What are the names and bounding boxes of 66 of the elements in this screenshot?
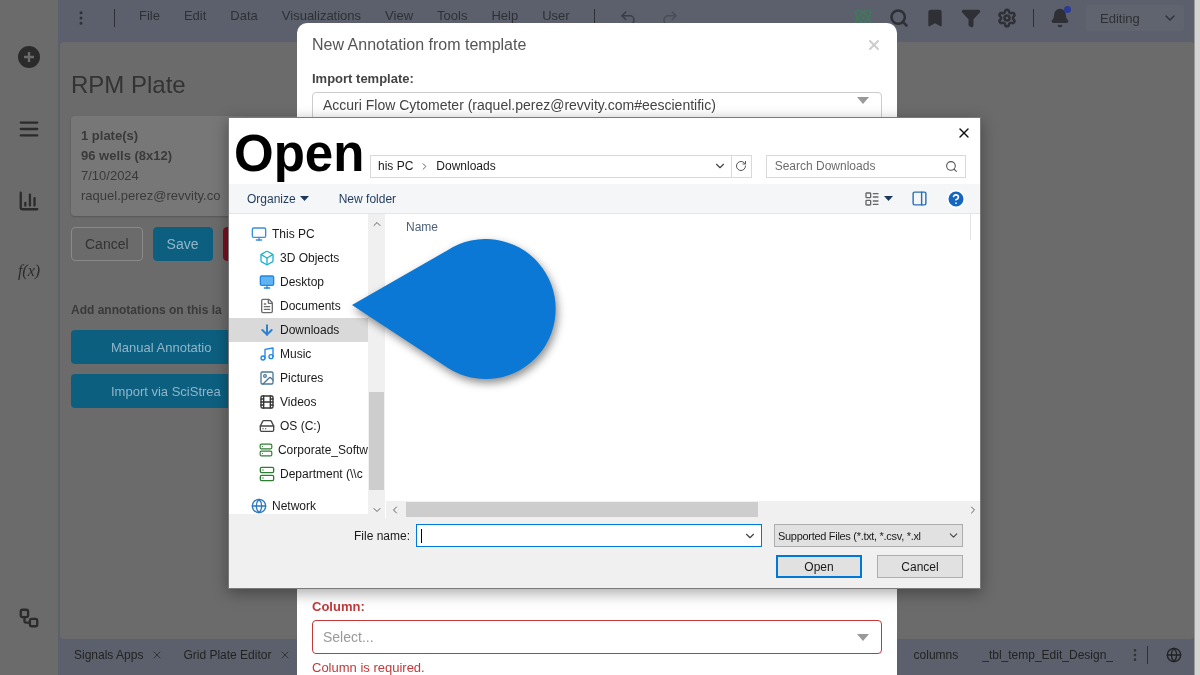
caret-icon: [857, 633, 869, 641]
nav-item[interactable]: Videos: [229, 390, 368, 414]
toolbar-button[interactable]: New folder: [338, 191, 397, 206]
address-bar[interactable]: his PC Downloads: [370, 154, 752, 178]
caret-icon: [857, 97, 869, 104]
search-field[interactable]: Search Downloads: [765, 154, 966, 178]
plate-info-line: raquel.perez@revvity.co: [81, 187, 221, 205]
field-label: Import template:: [312, 71, 414, 86]
preview-pane-icon[interactable]: [911, 190, 928, 207]
nav-item[interactable]: Music: [229, 342, 368, 366]
nav-item[interactable]: Department (\\c: [229, 462, 368, 486]
caret-icon: [884, 196, 893, 201]
nav-item[interactable]: 3D Objects: [229, 246, 368, 270]
download-icon: [259, 322, 275, 338]
network-drive-icon: [259, 466, 275, 482]
plate-info-line: 1 plate(s): [81, 127, 139, 145]
computer-icon: [251, 226, 267, 242]
nav-item[interactable]: This PC: [229, 222, 368, 246]
caret-icon: [299, 196, 309, 201]
network-drive-icon: [259, 442, 273, 458]
music-icon: [259, 346, 275, 362]
plate-info-line: 7/10/2024: [81, 167, 139, 185]
field-label: Column:: [312, 599, 365, 614]
search-icon[interactable]: [889, 8, 909, 28]
view-options-button[interactable]: [864, 190, 893, 207]
search-icon: [945, 159, 958, 173]
nav-item[interactable]: Downloads: [229, 318, 368, 342]
plate-info-line: 96 wells (8x12): [81, 147, 173, 165]
bar-chart-icon[interactable]: [18, 190, 40, 212]
breadcrumb[interactable]: his PC: [378, 159, 414, 173]
error-message: Column is required.: [312, 660, 425, 675]
nav-item[interactable]: Corporate_Softw: [229, 438, 368, 462]
hierarchy-icon[interactable]: [18, 607, 40, 629]
settings-icon[interactable]: [997, 8, 1017, 28]
open-button[interactable]: Open: [776, 555, 862, 578]
nav-item[interactable]: OS (C:): [229, 414, 368, 438]
filter-icon[interactable]: [961, 8, 981, 28]
breadcrumb[interactable]: Downloads: [436, 159, 496, 173]
dialog-title: New Annotation from template: [312, 36, 527, 54]
column-header[interactable]: Name: [406, 220, 438, 234]
nav-item[interactable]: Desktop: [229, 270, 368, 294]
desktop-icon: [259, 274, 275, 290]
picture-icon: [259, 370, 275, 386]
refresh-icon: [735, 160, 748, 172]
file-type-select[interactable]: Supported Files (*.txt, *.csv, *.xl: [774, 524, 963, 547]
file-name-field[interactable]: [416, 524, 762, 547]
film-icon: [259, 394, 275, 410]
list-icon[interactable]: [18, 118, 40, 140]
bookmark-icon[interactable]: [925, 8, 945, 28]
list-view-icon: [864, 190, 880, 207]
notification-icon[interactable]: [1050, 8, 1070, 28]
toolbar-button[interactable]: Organize: [247, 191, 309, 206]
drive-icon: [259, 418, 275, 434]
file-name-label: File name:: [353, 528, 410, 543]
nav-item[interactable]: Network: [229, 494, 368, 518]
help-icon[interactable]: [946, 188, 966, 209]
network-icon: [251, 498, 267, 514]
globe-icon[interactable]: [1166, 647, 1182, 663]
cancel-button[interactable]: Cancel: [877, 555, 963, 578]
nav-item[interactable]: Pictures: [229, 366, 368, 390]
bell-icon: [1050, 8, 1070, 28]
page-title: RPM Plate: [71, 70, 186, 100]
document-icon: [259, 298, 275, 314]
cube-icon: [259, 250, 275, 266]
add-icon[interactable]: [18, 46, 40, 68]
scrollbar[interactable]: [386, 501, 980, 518]
